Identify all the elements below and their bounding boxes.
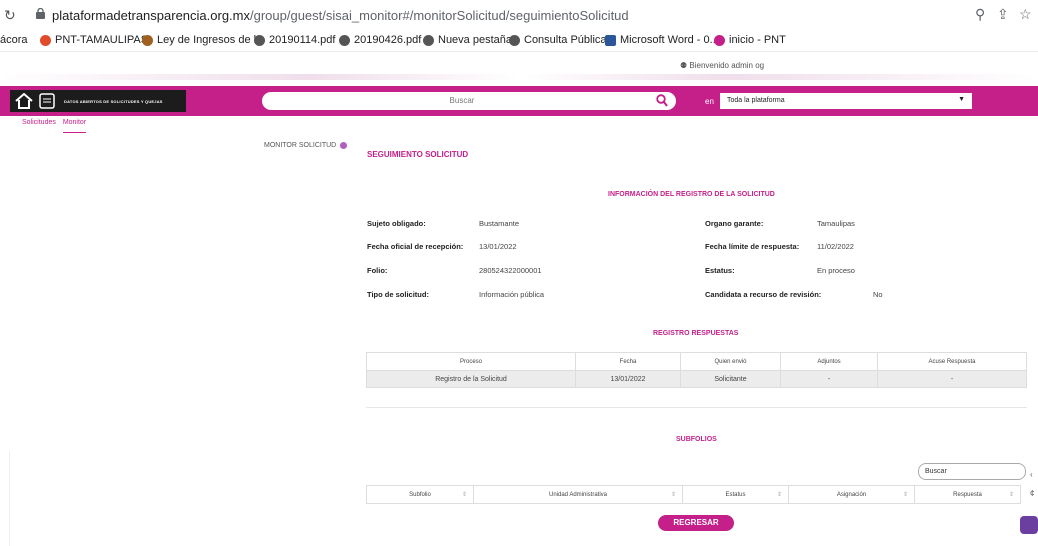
column-header-unidad[interactable]: Unidad Administrativa ⇕ bbox=[473, 485, 683, 504]
candidata-label: Candidata a recurso de revisión: bbox=[705, 290, 822, 299]
chevron-down-icon: ▼ bbox=[958, 96, 965, 103]
reload-icon[interactable]: ↻ bbox=[4, 7, 16, 24]
scope-value: Toda la plataforma bbox=[727, 97, 785, 104]
page-title: SEGUIMIENTO SOLICITUD bbox=[367, 150, 469, 159]
sort-icon: ⇕ bbox=[902, 492, 908, 498]
bookmark-item[interactable]: Ley de Ingresos de l... bbox=[142, 34, 265, 46]
column-header-subfolio[interactable]: Subfolio ⇕ bbox=[366, 485, 474, 504]
bookmark-item[interactable]: Microsoft Word - 0... bbox=[605, 34, 719, 46]
url-text[interactable]: plataformadetransparencia.org.mx/group/g… bbox=[52, 8, 629, 23]
tipo-value: Información pública bbox=[479, 290, 545, 299]
subfolios-search-input[interactable]: Buscar bbox=[918, 463, 1026, 480]
sub-navigation: Solicitudes Monitor bbox=[22, 119, 91, 133]
logo-text: DATOS ABIERTOS DE SOLICITUDES Y QUEJAS bbox=[64, 98, 163, 104]
column-header: Proceso bbox=[366, 352, 576, 371]
side-menu-label[interactable]: MONITOR SOLICITUD bbox=[264, 142, 348, 149]
table-header-row: Proceso Fecha Quien envió Adjuntos Acuse… bbox=[366, 352, 1027, 371]
bookmarks-bar: ácora PNT-TAMAULIPAS Ley de Ingresos de … bbox=[0, 30, 1038, 52]
fecha-value: 13/01/2022 bbox=[479, 242, 517, 251]
estatus-label: Estatus: bbox=[705, 266, 735, 275]
home-icon bbox=[15, 93, 33, 109]
folio-label: Folio: bbox=[367, 266, 388, 275]
table-cell: Registro de la Solicitud bbox=[366, 370, 576, 388]
sort-icon: ⇕ bbox=[1008, 492, 1014, 498]
globe-icon bbox=[339, 34, 350, 46]
subfolios-heading: SUBFOLIOS bbox=[676, 436, 717, 443]
estatus-value: En proceso bbox=[817, 266, 855, 275]
organo-label: Organo garante: bbox=[705, 219, 764, 228]
table-cell: - bbox=[780, 370, 878, 388]
left-panel-edge bbox=[0, 451, 10, 546]
regresar-button[interactable]: REGRESAR bbox=[658, 515, 734, 531]
bookmark-item[interactable]: inicio - PNT bbox=[714, 34, 786, 46]
fecha-label: Fecha oficial de recepción: bbox=[367, 242, 464, 251]
divider bbox=[366, 407, 1027, 408]
edge-icon: ‹ bbox=[1030, 470, 1033, 479]
globe-icon bbox=[423, 34, 434, 46]
sort-icon: ⇕ bbox=[670, 492, 676, 498]
bullet-icon bbox=[340, 142, 348, 149]
sort-icon: ⇕ bbox=[776, 492, 782, 498]
pnt-icon bbox=[714, 34, 725, 46]
column-header-estatus[interactable]: Estatus ⇕ bbox=[682, 485, 789, 504]
star-icon[interactable]: ☆ bbox=[1019, 6, 1032, 23]
column-header: Acuse Respuesta bbox=[877, 352, 1027, 371]
table-cell: 13/01/2022 bbox=[575, 370, 681, 388]
limite-label: Fecha límite de respuesta: bbox=[705, 242, 800, 251]
zoom-icon[interactable]: ⚲ bbox=[975, 6, 985, 23]
table-row: Registro de la Solicitud 13/01/2022 Soli… bbox=[366, 370, 1027, 388]
tipo-label: Tipo de solicitud: bbox=[367, 290, 429, 299]
registro-heading: REGISTRO RESPUESTAS bbox=[653, 330, 739, 337]
column-header: Quien envió bbox=[680, 352, 781, 371]
sujeto-label: Sujeto obligado: bbox=[367, 219, 426, 228]
bookmark-item[interactable]: 20190426.pdf bbox=[339, 34, 421, 46]
bookmark-icon bbox=[40, 34, 51, 46]
column-header: Fecha bbox=[575, 352, 681, 371]
bookmark-item[interactable]: PNT-TAMAULIPAS bbox=[40, 34, 148, 46]
registro-table: Proceso Fecha Quien envió Adjuntos Acuse… bbox=[366, 352, 1027, 388]
limite-value: 11/02/2022 bbox=[817, 242, 854, 251]
global-search-input[interactable]: Buscar bbox=[262, 92, 676, 110]
bookmark-icon bbox=[142, 34, 153, 46]
chat-widget-icon[interactable] bbox=[1020, 516, 1038, 534]
globe-icon bbox=[254, 34, 265, 46]
table-cell: - bbox=[877, 370, 1027, 388]
organo-value: Tamaulipas bbox=[817, 219, 855, 228]
subfolios-table: Subfolio ⇕ Unidad Administrativa ⇕ Estatus… bbox=[366, 485, 1021, 504]
search-placeholder: Buscar bbox=[449, 96, 475, 105]
sujeto-value: Bustamante bbox=[479, 219, 520, 228]
scope-prefix: en bbox=[705, 97, 714, 106]
top-navbar: DATOS ABIERTOS DE SOLICITUDES Y QUEJAS B… bbox=[0, 86, 1038, 116]
folio-value: 280524322000001 bbox=[479, 266, 542, 275]
site-logo[interactable]: DATOS ABIERTOS DE SOLICITUDES Y QUEJAS bbox=[10, 90, 186, 112]
sort-icon: ⇕ bbox=[461, 492, 467, 498]
word-icon bbox=[605, 34, 616, 46]
subnav-item-monitor[interactable]: Monitor bbox=[62, 119, 87, 133]
column-header-asignacion[interactable]: Asignación ⇕ bbox=[788, 485, 915, 504]
scope-select[interactable]: Toda la plataforma ▼ bbox=[720, 93, 972, 109]
welcome-text: ⚉ Bienvenido admin og bbox=[680, 61, 765, 70]
search-icon[interactable] bbox=[656, 94, 668, 107]
bookmark-item[interactable]: ácora bbox=[0, 34, 28, 46]
bookmark-item[interactable]: Nueva pestaña bbox=[423, 34, 512, 46]
table-header-row: Subfolio ⇕ Unidad Administrativa ⇕ Estatus… bbox=[366, 485, 1021, 504]
document-icon bbox=[39, 93, 55, 109]
candidata-value: No bbox=[873, 290, 883, 299]
column-header: Adjuntos bbox=[780, 352, 878, 371]
column-header-respuesta[interactable]: Respuesta ⇕ bbox=[914, 485, 1021, 504]
decorative-stripe bbox=[0, 74, 1038, 80]
table-cell: Solicitante bbox=[680, 370, 781, 388]
welcome-bar: ⚉ Bienvenido admin og bbox=[0, 52, 1038, 80]
bookmark-item[interactable]: Consulta Pública bbox=[509, 34, 607, 46]
bookmark-item[interactable]: 20190114.pdf bbox=[254, 34, 335, 46]
browser-url-bar[interactable]: ↻ plataformadetransparencia.org.mx/group… bbox=[0, 0, 1038, 30]
globe-icon bbox=[509, 34, 520, 46]
lock-icon bbox=[36, 8, 45, 19]
share-icon[interactable]: ⇪ bbox=[997, 6, 1009, 23]
info-heading: INFORMACIÓN DEL REGISTRO DE LA SOLICITUD bbox=[608, 191, 775, 198]
edge-icon: ¢ bbox=[1030, 489, 1035, 498]
subnav-item-solicitudes[interactable]: Solicitudes bbox=[22, 119, 56, 126]
